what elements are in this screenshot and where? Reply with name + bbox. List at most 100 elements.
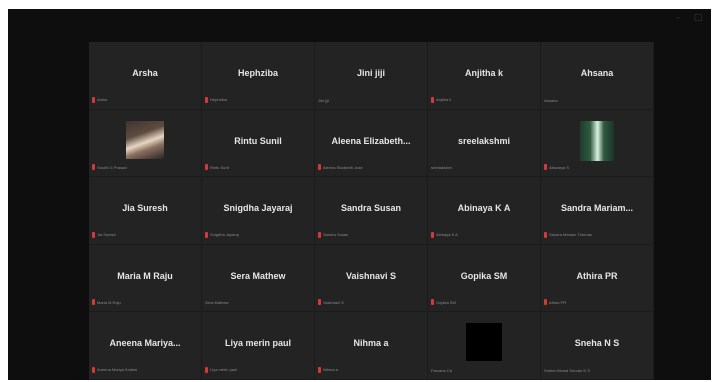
- participant-tile[interactable]: Srudhi G Prasad: [89, 109, 202, 178]
- participant-name-label: Jini jiji: [318, 98, 329, 103]
- participant-video-thumbnail: [466, 323, 502, 362]
- participant-small-name: Hephziba: [210, 97, 227, 103]
- participant-tile[interactable]: Liya merin paul Liya merin paul: [202, 312, 315, 380]
- participant-name-label: Sneha Nirmal Sundar N S: [544, 368, 590, 373]
- window-controls: – □: [673, 13, 703, 23]
- mic-muted-icon: [431, 231, 434, 238]
- mic-muted-icon: [318, 231, 321, 238]
- mic-muted-icon: [431, 299, 434, 306]
- participant-small-name: Farzana CA: [431, 367, 453, 373]
- participant-small-name: Gopika SM: [436, 299, 456, 305]
- participant-small-name: Aiswarya S: [549, 164, 570, 170]
- participant-small-name: Sandra Susan: [323, 232, 349, 238]
- participant-name-label: Anjitha k: [431, 96, 452, 103]
- mic-muted-icon: [92, 96, 95, 103]
- participant-name-label: Abinaya K A: [431, 231, 458, 238]
- participant-tile[interactable]: sreelakshmi sreelakshmi: [428, 109, 541, 178]
- gallery-view-grid: Arsha Arsha Hephziba Hephziba Jini jiji Jini …: [89, 42, 654, 380]
- participant-display-name: Sandra Susan: [340, 203, 402, 214]
- participant-tile[interactable]: Hephziba Hephziba: [202, 42, 315, 110]
- participant-name-label: Sandra Mariam Thomas: [544, 231, 592, 238]
- participant-display-name: Jia Suresh: [122, 203, 168, 214]
- participant-small-name: Athira PR: [549, 299, 567, 305]
- participant-video-thumbnail: [126, 120, 164, 159]
- participant-display-name: Snigdha Jayaraj: [223, 203, 293, 214]
- participant-tile[interactable]: Sneha N S Sneha Nirmal Sundar N S: [541, 312, 654, 380]
- participant-tile[interactable]: Farzana CA: [428, 312, 541, 380]
- mic-muted-icon: [318, 164, 321, 171]
- meeting-window: – □ Arsha Arsha Hephziba Hephziba Jini jiji J…: [8, 9, 711, 380]
- minimize-button[interactable]: –: [673, 13, 683, 23]
- participant-small-name: Sandra Mariam Thomas: [549, 232, 592, 238]
- participant-tile[interactable]: Maria M Raju Maria M Raju: [89, 244, 202, 313]
- participant-tile[interactable]: Sera Mathew Sera Mathew: [202, 244, 315, 313]
- participant-tile[interactable]: Arsha Arsha: [89, 42, 202, 110]
- participant-name-label: Nihma a: [318, 366, 338, 373]
- mic-muted-icon: [92, 366, 95, 373]
- participant-display-name: Rintu Sunil: [234, 135, 282, 146]
- mic-muted-icon: [92, 299, 95, 306]
- mic-muted-icon: [318, 299, 321, 306]
- mic-muted-icon: [205, 366, 208, 373]
- participant-display-name: Anjitha k: [464, 68, 503, 78]
- participant-small-name: Aleena Elizabeth Jose: [323, 164, 363, 170]
- participant-small-name: Vaishnavi S: [323, 299, 344, 305]
- participant-name-label: sreelakshmi: [431, 165, 452, 170]
- participant-small-name: sreelakshmi: [431, 165, 453, 171]
- participant-small-name: Aneena Mariya Kollam: [97, 367, 138, 373]
- mic-muted-icon: [205, 164, 208, 171]
- participant-display-name: Ahsana: [580, 68, 614, 78]
- participant-tile[interactable]: Gopika SM Gopika SM: [428, 244, 541, 313]
- participant-display-name: Gopika SM: [460, 270, 508, 281]
- participant-name-label: Sera Mathew: [205, 300, 229, 305]
- maximize-button[interactable]: □: [693, 13, 703, 23]
- participant-tile[interactable]: Jini jiji Jini jiji: [315, 42, 428, 110]
- participant-tile[interactable]: Snigdha Jayaraj Snigdha Jayaraj: [202, 177, 315, 245]
- mic-muted-icon: [92, 231, 95, 238]
- participant-display-name: Maria M Raju: [117, 270, 173, 281]
- participant-name-label: Rintu Sunil: [205, 164, 230, 171]
- participant-name-label: Aneena Mariya Kollam: [92, 366, 138, 373]
- participant-display-name: Nihma a: [353, 338, 389, 349]
- participant-tile[interactable]: Nihma a Nihma a: [315, 312, 428, 380]
- participant-tile[interactable]: Jia Suresh Jia Suresh: [89, 177, 202, 245]
- participant-tile[interactable]: Aneena Mariya... Aneena Mariya Kollam: [89, 312, 202, 380]
- participant-tile[interactable]: Sandra Mariam... Sandra Mariam Thomas: [541, 177, 654, 245]
- participant-display-name: Vaishnavi S: [345, 270, 397, 281]
- participant-small-name: Rintu Sunil: [210, 164, 230, 170]
- participant-small-name: Arsha: [97, 97, 108, 103]
- mic-muted-icon: [544, 231, 547, 238]
- participant-small-name: Jia Suresh: [97, 232, 116, 238]
- participant-video-thumbnail: [580, 120, 614, 161]
- participant-small-name: Sneha Nirmal Sundar N S: [544, 367, 591, 373]
- participant-tile[interactable]: Abinaya K A Abinaya K A: [428, 177, 541, 245]
- participant-display-name: Athira PR: [576, 270, 618, 281]
- participant-small-name: Anjitha k: [436, 97, 452, 103]
- participant-display-name: Sera Mathew: [230, 270, 286, 281]
- participant-small-name: Abinaya K A: [436, 232, 458, 238]
- mic-muted-icon: [431, 96, 434, 103]
- participant-tile[interactable]: Sandra Susan Sandra Susan: [315, 177, 428, 245]
- participant-display-name: Aleena Elizabeth...: [331, 135, 411, 146]
- participant-tile[interactable]: Anjitha k Anjitha k: [428, 42, 541, 110]
- participant-name-label: Liya merin paul: [205, 366, 238, 373]
- participant-name-label: Ahsana: [544, 98, 558, 103]
- participant-name-label: Arsha: [92, 96, 108, 103]
- participant-tile[interactable]: Athira PR Athira PR: [541, 244, 654, 313]
- participant-tile[interactable]: Aleena Elizabeth... Aleena Elizabeth Jose: [315, 109, 428, 178]
- participant-display-name: Hephziba: [237, 68, 278, 78]
- participant-display-name: sreelakshmi: [457, 135, 511, 146]
- participant-small-name: Jini jiji: [318, 97, 329, 103]
- participant-name-label: Srudhi G Prasad: [92, 164, 127, 171]
- participant-tile[interactable]: Ahsana Ahsana: [541, 42, 654, 110]
- participant-name-label: Sandra Susan: [318, 231, 349, 238]
- participant-tile[interactable]: Vaishnavi S Vaishnavi S: [315, 244, 428, 313]
- participant-small-name: Liya merin paul: [210, 367, 238, 373]
- participant-small-name: Ahsana: [544, 97, 558, 103]
- mic-muted-icon: [92, 164, 95, 171]
- participant-tile[interactable]: Aiswarya S: [541, 109, 654, 178]
- mic-muted-icon: [544, 164, 547, 171]
- participant-tile[interactable]: Rintu Sunil Rintu Sunil: [202, 109, 315, 178]
- participant-display-name: Abinaya K A: [457, 203, 511, 214]
- participant-name-label: Aleena Elizabeth Jose: [318, 164, 363, 171]
